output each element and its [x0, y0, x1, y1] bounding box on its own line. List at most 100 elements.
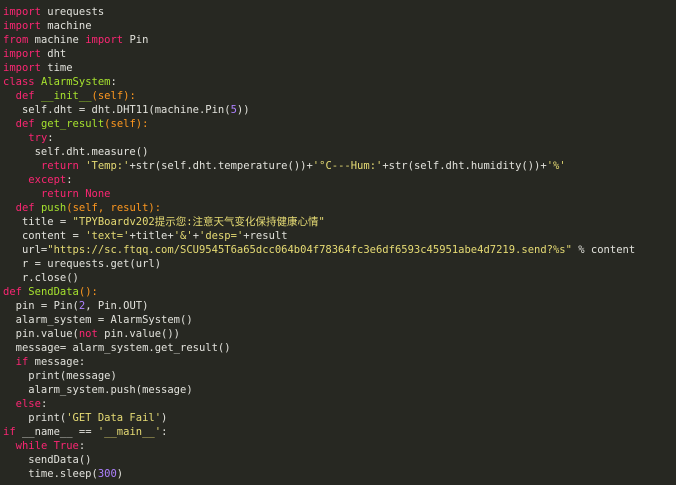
code-token: url= [3, 244, 48, 256]
code-line: sendData() [3, 453, 676, 467]
code-line: print(message) [3, 369, 676, 383]
code-token: 'text=' [85, 230, 130, 242]
code-token: else [15, 398, 41, 410]
code-token: def [15, 90, 35, 102]
code-line: import machine [3, 19, 676, 33]
code-token: class [3, 76, 35, 88]
code-token: alarm_system.push(message) [3, 384, 193, 396]
code-token: self.dht.measure() [3, 146, 149, 158]
code-token: 300 [97, 468, 117, 480]
code-token: Pin [123, 34, 149, 46]
code-token: r = urequests.get(url) [3, 258, 162, 270]
code-token: (self): [104, 118, 149, 130]
code-token: : [78, 440, 86, 452]
code-token: pin = Pin( [3, 300, 79, 312]
code-token: push [40, 202, 67, 214]
code-line: import time [3, 61, 676, 75]
code-line: pin.value(not pin.value()) [3, 327, 676, 341]
code-token: try [28, 132, 48, 144]
code-token: , Pin.OUT) [85, 300, 149, 312]
code-line: except: [3, 173, 676, 187]
code-token: return [40, 188, 79, 200]
code-token: '%' [546, 160, 566, 172]
code-line: from machine import Pin [3, 33, 676, 47]
code-line: title = "TPYBoardv202提示您:注意天气变化保持健康心情" [3, 215, 676, 229]
code-line: def get_result(self): [3, 117, 676, 131]
code-token: (self, result): [66, 202, 162, 214]
code-token: +str(self.dht.temperature())+ [129, 160, 313, 172]
code-token: '&' [173, 230, 193, 242]
code-token: : [66, 174, 73, 186]
code-token: '°C---Hum:' [312, 160, 383, 172]
code-token: True [53, 440, 79, 452]
code-token: self.dht = dht.DHT11(machine.Pin( [3, 104, 231, 116]
code-token: : [110, 76, 117, 88]
code-token: None [85, 188, 111, 200]
code-token: print( [3, 412, 67, 424]
code-line: def __init__(self): [3, 89, 676, 103]
code-token: urequests [40, 6, 105, 18]
code-line: try: [3, 131, 676, 145]
code-token: message: [28, 356, 86, 368]
code-token: def [15, 202, 35, 214]
code-line: self.dht = dht.DHT11(machine.Pin(5)) [3, 103, 676, 117]
code-token: sendData() [3, 454, 92, 466]
code-token: "TPYBoardv202提示您:注意天气变化保持健康心情" [72, 216, 325, 228]
code-line: print('GET Data Fail') [3, 411, 676, 425]
code-token: : [161, 426, 168, 438]
code-token: return [40, 160, 79, 172]
code-token: 'Temp:' [85, 160, 130, 172]
code-token: SendData [28, 286, 79, 298]
code-token: time.sleep( [3, 468, 98, 480]
code-line: import dht [3, 47, 676, 61]
code-line: if message: [3, 355, 676, 369]
code-token: from [3, 34, 29, 46]
code-token: % content [571, 244, 636, 256]
code-token: (): [78, 286, 98, 298]
code-line: alarm_system.push(message) [3, 383, 676, 397]
code-token: import [3, 48, 41, 60]
code-line: import urequests [3, 5, 676, 19]
code-line: self.dht.measure() [3, 145, 676, 159]
code-token: AlarmSystem [40, 76, 111, 88]
code-token: __name__ == [15, 426, 98, 438]
code-token: pin.value( [3, 328, 79, 340]
code-token: )) [236, 104, 250, 116]
code-token: (self): [91, 90, 136, 102]
code-token: : [40, 398, 48, 410]
code-token: r.close() [3, 272, 79, 284]
code-token: import [3, 62, 41, 74]
code-token: def [3, 286, 22, 298]
code-line: message= alarm_system.get_result() [3, 341, 676, 355]
code-token: time [40, 62, 73, 74]
code-token: import [85, 34, 124, 46]
code-token: dht [40, 48, 67, 60]
code-editor[interactable]: import urequests import machine from machi… [0, 0, 676, 485]
code-token: machine [28, 34, 86, 46]
code-line: else: [3, 397, 676, 411]
code-line: content = 'text='+title+'&'+'desp='+resu… [3, 229, 676, 243]
code-token: +str(self.dht.humidity())+ [382, 160, 547, 172]
code-token: "https://sc.ftqq.com/SCU9545T6a65dcc064b… [47, 244, 572, 256]
code-line: def push(self, result): [3, 201, 676, 215]
code-token: import [3, 6, 41, 18]
code-token: print(message) [3, 370, 117, 382]
code-token: +result [243, 230, 288, 242]
code-token: if [3, 426, 16, 438]
code-token: not [78, 328, 98, 340]
code-line: r = urequests.get(url) [3, 257, 676, 271]
code-token: +title+ [129, 230, 174, 242]
code-token: alarm_system = AlarmSystem() [3, 314, 193, 326]
code-token: if [15, 356, 29, 368]
code-line: url="https://sc.ftqq.com/SCU9545T6a65dcc… [3, 243, 676, 257]
code-token: 'GET Data Fail' [66, 412, 162, 424]
code-line: def SendData(): [3, 285, 676, 299]
